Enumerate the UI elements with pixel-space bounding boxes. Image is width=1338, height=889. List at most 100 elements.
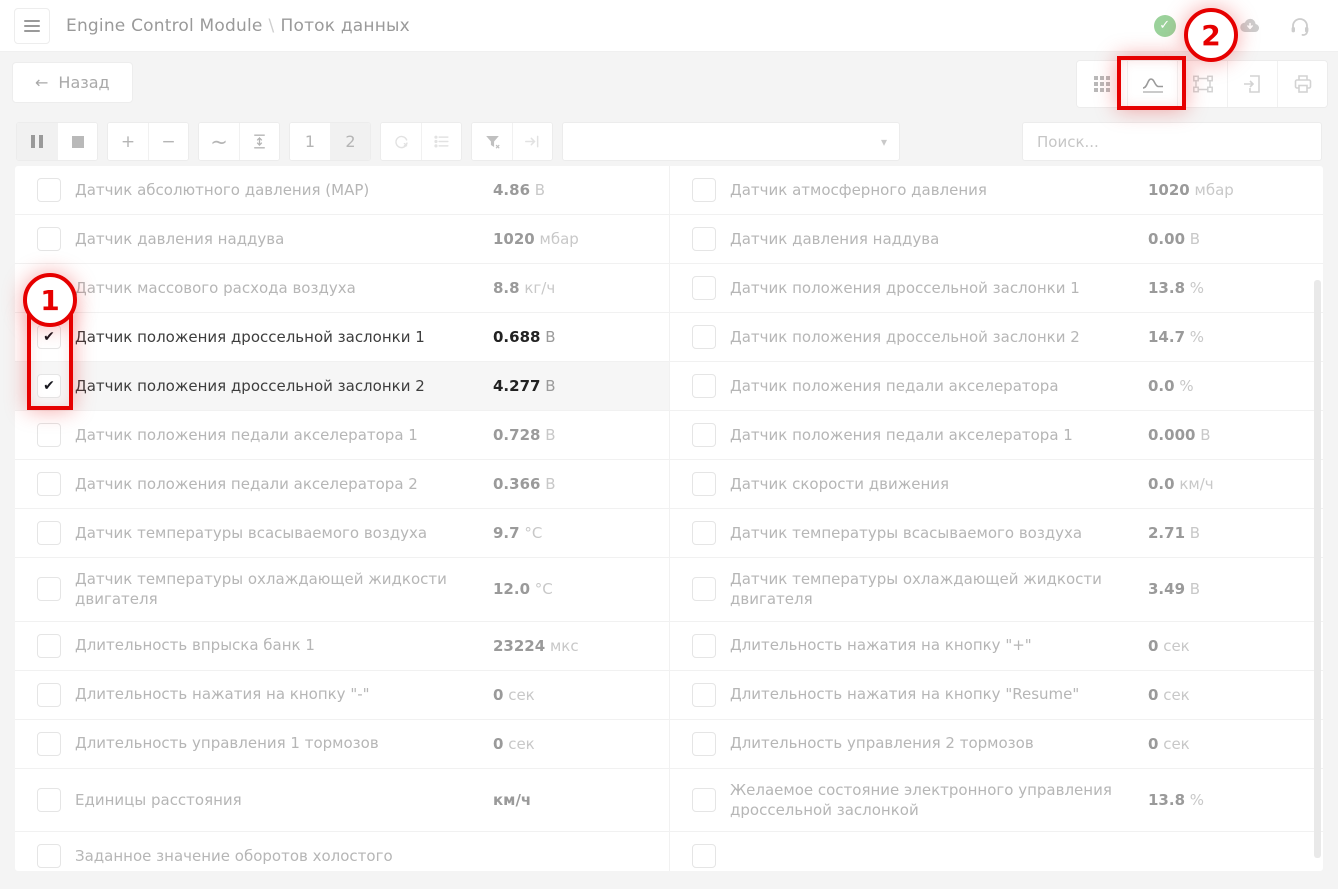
row-checkbox[interactable]: [692, 683, 716, 707]
row-checkbox[interactable]: [37, 844, 61, 868]
grid-view-button[interactable]: [1077, 61, 1127, 107]
zoom-out-button[interactable]: −: [148, 123, 188, 160]
row-checkbox[interactable]: [692, 276, 716, 300]
hamburger-menu-button[interactable]: [14, 8, 50, 44]
row-checkbox[interactable]: [37, 634, 61, 658]
grid-cell-left: Датчик температуры охлаждающей жидкости …: [15, 558, 669, 621]
hamburger-icon: [24, 20, 40, 22]
row-checkbox[interactable]: [692, 788, 716, 812]
list-button[interactable]: [421, 123, 461, 160]
grid-cell-right: Датчик положения дроссельной заслонки 11…: [669, 264, 1323, 312]
page-1-button[interactable]: 1: [290, 123, 330, 160]
parameter-label: Длительность впрыска банк 1: [75, 635, 467, 655]
pause-icon: [31, 135, 43, 148]
parameter-label: Датчик абсолютного давления (MAP): [75, 180, 467, 200]
headset-icon[interactable]: [1288, 14, 1312, 38]
row-checkbox[interactable]: [37, 521, 61, 545]
row-checkbox[interactable]: [692, 577, 716, 601]
row-checkbox[interactable]: [692, 227, 716, 251]
table-row: ✔Датчик положения дроссельной заслонки 2…: [15, 361, 1323, 410]
parameter-unit: °C: [530, 580, 553, 598]
parameter-unit: В: [540, 426, 555, 444]
row-checkbox[interactable]: [692, 423, 716, 447]
parameter-value: 12.0 °C: [493, 580, 553, 598]
row-checkbox[interactable]: [37, 732, 61, 756]
curve-group: ~: [198, 122, 280, 161]
row-checkbox[interactable]: [37, 276, 61, 300]
back-button-label: Назад: [58, 73, 109, 92]
select-region-button[interactable]: [1177, 61, 1227, 107]
breadcrumb-page: Поток данных: [280, 16, 409, 36]
row-checkbox[interactable]: [37, 788, 61, 812]
view-toolbar: ← Назад: [0, 60, 1338, 106]
scrollbar-thumb[interactable]: [1314, 280, 1321, 858]
row-checkbox[interactable]: [692, 844, 716, 868]
grid-cell-left: Датчик положения педали акселератора 10.…: [15, 411, 669, 459]
row-checkbox-checked[interactable]: ✔: [37, 325, 61, 349]
row-checkbox[interactable]: [37, 423, 61, 447]
parameter-unit: сек: [1158, 637, 1189, 655]
grid-cell-left: ✔Датчик положения дроссельной заслонки 1…: [15, 313, 669, 361]
row-checkbox[interactable]: [37, 472, 61, 496]
back-button[interactable]: ← Назад: [12, 62, 133, 103]
row-checkbox-checked[interactable]: ✔: [37, 374, 61, 398]
table-row: Датчик температуры всасываемого воздуха9…: [15, 508, 1323, 557]
clear-refresh-button[interactable]: [381, 123, 421, 160]
parameter-unit: км/ч: [1175, 475, 1214, 493]
pause-button[interactable]: [17, 123, 57, 160]
refresh-x-icon: [392, 132, 411, 151]
grid-cell-left: Датчик положения педали акселератора 20.…: [15, 460, 669, 508]
page-2-button[interactable]: 2: [330, 123, 370, 160]
clear-filter-button[interactable]: [472, 123, 512, 160]
table-row: Длительность управления 1 тормозов0 секД…: [15, 719, 1323, 768]
row-checkbox[interactable]: [692, 374, 716, 398]
row-checkbox[interactable]: [37, 577, 61, 601]
group-select-dropdown[interactable]: ▾: [562, 122, 900, 161]
row-checkbox[interactable]: [692, 732, 716, 756]
row-checkbox[interactable]: [692, 634, 716, 658]
grid-cell-right: Датчик температуры всасываемого воздуха2…: [669, 509, 1323, 557]
smooth-button[interactable]: ~: [199, 123, 239, 160]
parameter-value: 0 сек: [1148, 735, 1190, 753]
playback-group: [16, 122, 98, 161]
grid-cell-left: Заданное значение оборотов холостого: [15, 832, 669, 871]
grid-cell-left: Длительность нажатия на кнопку "-"0 сек: [15, 671, 669, 719]
grid-cell-left: Датчик массового расхода воздуха8.8 кг/ч: [15, 264, 669, 312]
chevron-down-icon: ▾: [881, 135, 887, 149]
row-checkbox[interactable]: [692, 325, 716, 349]
go-to-end-button[interactable]: [512, 123, 552, 160]
row-checkbox[interactable]: [692, 178, 716, 202]
print-button[interactable]: [1277, 61, 1327, 107]
fit-height-button[interactable]: [239, 123, 279, 160]
table-row: Датчик положения педали акселератора 10.…: [15, 410, 1323, 459]
parameter-label: Датчик атмосферного давления: [730, 180, 1122, 200]
row-checkbox[interactable]: [692, 521, 716, 545]
parameter-value: 0.0 %: [1148, 377, 1194, 395]
chart-view-button[interactable]: [1127, 61, 1177, 107]
parameter-unit: %: [1185, 791, 1204, 809]
row-checkbox[interactable]: [692, 472, 716, 496]
arrow-to-bar-icon: [523, 132, 542, 151]
export-button[interactable]: [1227, 61, 1277, 107]
row-checkbox[interactable]: [37, 178, 61, 202]
row-checkbox[interactable]: [37, 683, 61, 707]
parameter-value: 14.7 %: [1148, 328, 1204, 346]
cloud-download-icon[interactable]: [1238, 14, 1262, 38]
row-checkbox[interactable]: [37, 227, 61, 251]
breadcrumb: Engine Control Module\Поток данных: [66, 16, 410, 36]
search-input[interactable]: [1022, 122, 1322, 161]
parameter-unit: %: [1185, 279, 1204, 297]
zoom-in-button[interactable]: +: [108, 123, 148, 160]
parameter-unit: В: [1185, 580, 1200, 598]
grid-cell-left: Единицы расстояниякм/ч: [15, 769, 669, 832]
grid-cell-left: Датчик давления наддува1020 мбар: [15, 215, 669, 263]
parameter-label: Датчик положения педали акселератора: [730, 376, 1122, 396]
parameter-unit: кг/ч: [520, 279, 556, 297]
parameter-value: 0.00 В: [1148, 230, 1200, 248]
parameter-unit: В: [540, 328, 555, 346]
table-row: Датчик температуры охлаждающей жидкости …: [15, 557, 1323, 621]
stop-button[interactable]: [57, 123, 97, 160]
stop-icon: [72, 136, 84, 148]
parameter-unit: В: [1185, 230, 1200, 248]
parameter-label: Длительность нажатия на кнопку "Resume": [730, 684, 1122, 704]
